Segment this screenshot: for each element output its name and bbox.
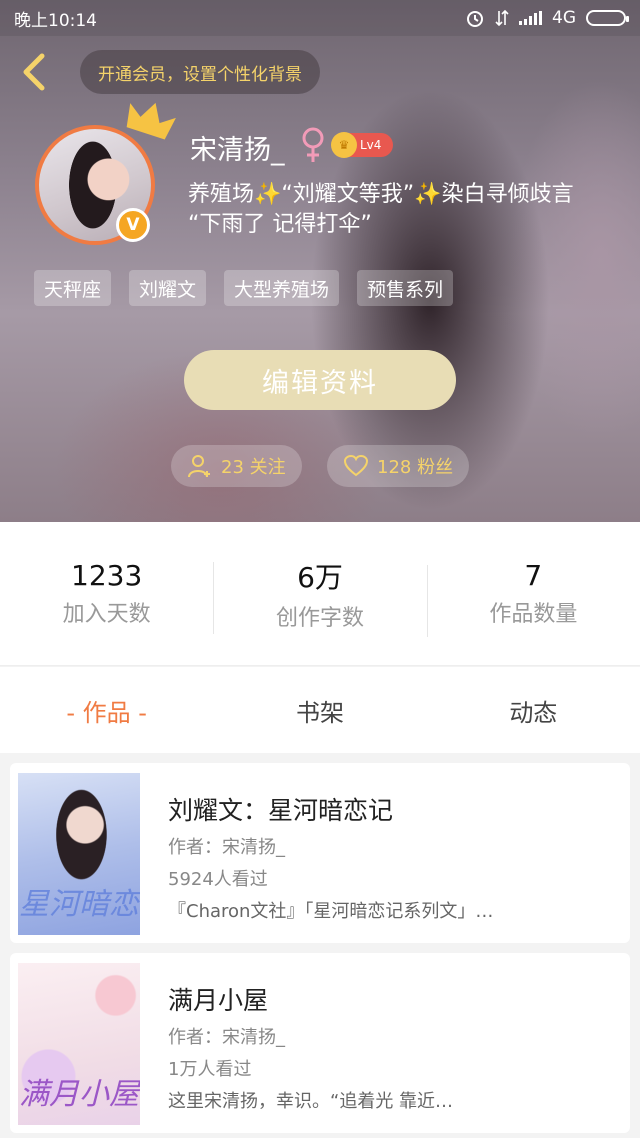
- book-views: 5924人看过: [168, 869, 268, 890]
- verified-badge: V: [116, 208, 150, 242]
- stat-value: 1233: [71, 559, 143, 592]
- data-transfer-icon: [495, 9, 509, 27]
- stat-value: 6万: [297, 560, 343, 594]
- book-card[interactable]: 满月小屋 满月小屋 作者：宋清扬_ 1万人看过 这里宋清扬，幸识。“追着光 靠近…: [10, 953, 630, 1133]
- profile-tags: 天秤座 刘耀文 大型养殖场 预售系列: [34, 270, 454, 306]
- book-author: 作者：宋清扬_: [168, 1027, 285, 1048]
- tab-works[interactable]: - 作品 -: [0, 693, 213, 728]
- battery-icon: [586, 10, 629, 26]
- profile-header: 晚上10:14 4G 开通会员，设置个性化背景 V 宋清扬_ ♛ Lv4 养殖场…: [0, 0, 640, 522]
- back-button[interactable]: [14, 50, 54, 94]
- heart-icon: [343, 454, 369, 477]
- tag-item[interactable]: 预售系列: [357, 270, 454, 306]
- alarm-icon: [467, 11, 483, 27]
- level-label: Lv4: [360, 138, 382, 152]
- vip-background-banner[interactable]: 开通会员，设置个性化背景: [80, 50, 320, 94]
- stat-label: 创作字数: [275, 605, 364, 631]
- book-author: 作者：宋清扬_: [168, 837, 285, 858]
- bio-line-2: “下雨了 记得打伞”: [188, 212, 372, 237]
- following-button[interactable]: 23 关注: [171, 445, 302, 487]
- book-card[interactable]: 星河暗恋 刘耀文：星河暗恋记 作者：宋清扬_ 5924人看过 『Charon文社…: [10, 763, 630, 943]
- chevron-left-icon: [23, 53, 45, 91]
- crown-icon: [126, 102, 176, 140]
- female-gender-icon: [302, 127, 324, 162]
- profile-bio: 养殖场✨“刘耀文等我”✨染白寻倾歧言 “下雨了 记得打伞”: [188, 180, 628, 240]
- stats-bar: 1233 加入天数 6万 创作字数 7 作品数量: [0, 522, 640, 666]
- tag-item[interactable]: 大型养殖场: [224, 270, 340, 306]
- profile-tabs: - 作品 - 书架 动态: [0, 667, 640, 753]
- book-description: 『Charon文社』「星河暗恋记系列文」…: [168, 901, 494, 922]
- book-cover: 星河暗恋: [18, 773, 140, 935]
- stat-label: 作品数量: [489, 602, 578, 627]
- level-badge: ♛ Lv4: [331, 132, 393, 158]
- stat-works-count: 7 作品数量: [426, 559, 640, 637]
- status-bar: 晚上10:14 4G: [0, 0, 640, 36]
- status-icons: 4G: [465, 8, 629, 28]
- book-views: 1万人看过: [168, 1059, 252, 1080]
- book-cover: 满月小屋: [18, 963, 140, 1125]
- level-crown-icon: ♛: [331, 132, 357, 158]
- tab-activity[interactable]: 动态: [427, 693, 640, 728]
- stat-word-count: 6万 创作字数: [213, 556, 426, 634]
- stat-value: 7: [524, 559, 543, 592]
- following-count: 23 关注: [221, 457, 286, 478]
- fans-button[interactable]: 128 粉丝: [327, 445, 470, 487]
- bio-line-1: 养殖场✨“刘耀文等我”✨染白寻倾歧言: [188, 182, 574, 207]
- status-time: 晚上10:14: [14, 10, 97, 31]
- book-title: 满月小屋: [168, 986, 269, 1015]
- user-add-icon: [188, 455, 210, 478]
- cover-title-art: 满月小屋: [19, 1077, 139, 1112]
- edit-profile-button[interactable]: 编辑资料: [184, 350, 456, 410]
- username: 宋清扬_: [190, 135, 285, 166]
- tag-item[interactable]: 刘耀文: [129, 270, 207, 306]
- tag-item[interactable]: 天秤座: [34, 270, 112, 306]
- stat-label: 加入天数: [62, 602, 151, 627]
- fans-count: 128 粉丝: [377, 457, 454, 478]
- stat-join-days: 1233 加入天数: [0, 559, 213, 628]
- network-type: 4G: [552, 8, 576, 28]
- book-description: 这里宋清扬，幸识。“追着光 靠近…: [168, 1091, 454, 1112]
- book-title: 刘耀文：星河暗恋记: [168, 796, 394, 825]
- tab-bookshelf[interactable]: 书架: [213, 693, 426, 728]
- signal-icon: [519, 11, 542, 25]
- cover-title-art: 星河暗恋: [19, 887, 139, 922]
